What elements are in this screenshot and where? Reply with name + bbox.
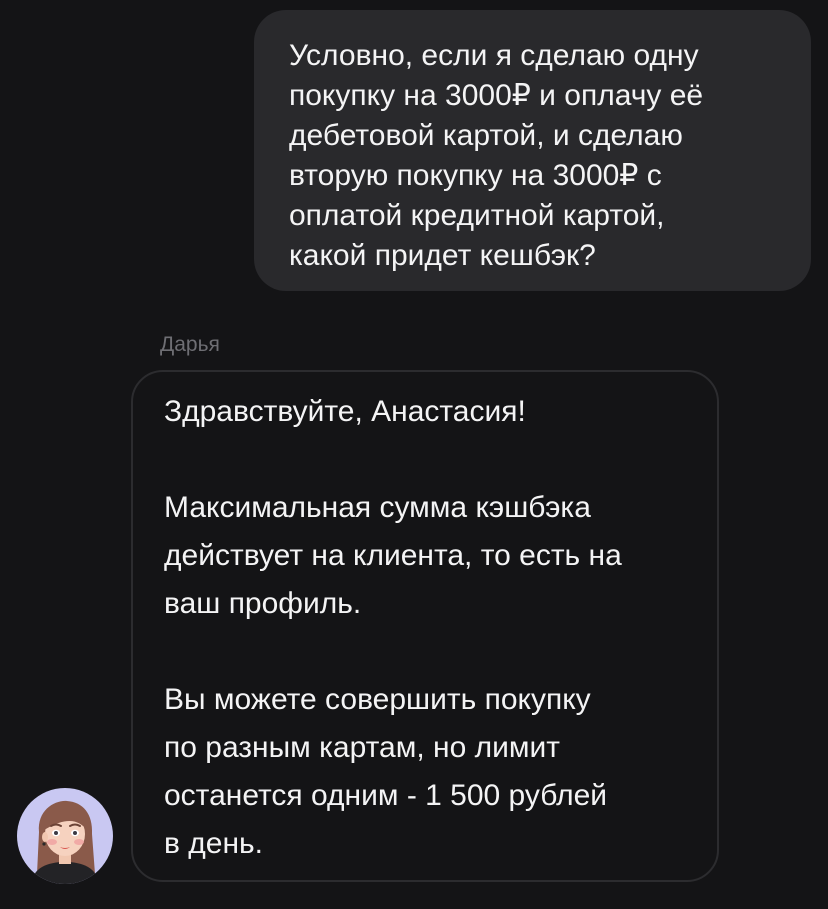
agent-message-bubble: Здравствуйте, Анастасия! Максимальная су… (131, 370, 719, 882)
agent-message-blank-line (164, 436, 697, 484)
agent-message-line: Максимальная сумма кэшбэка (164, 491, 591, 524)
user-message-bubble: Условно, если я сделаю одну покупку на 3… (254, 10, 811, 291)
agent-avatar-illustration-icon (31, 800, 99, 884)
agent-sender-name: Дарья (160, 333, 220, 356)
agent-message-line: Здравствуйте, Анастасия! (164, 395, 526, 428)
user-message-line: Условно, если я сделаю одну (289, 39, 699, 72)
agent-avatar[interactable] (17, 788, 113, 884)
agent-message-line: останется одним - 1 500 рублей (164, 779, 608, 812)
agent-message-line: действует на клиента, то есть на (164, 539, 622, 572)
agent-message-line: ваш профиль. (164, 587, 362, 620)
agent-message-line: Вы можете совершить покупку (164, 683, 591, 716)
user-message-line: какой придет кешбэк? (289, 239, 596, 272)
user-message-line: покупку на 3000₽ и оплачу её (289, 79, 704, 112)
agent-message-line: по разным картам, но лимит (164, 731, 560, 764)
user-message-line: оплатой кредитной картой, (289, 199, 665, 232)
agent-message-line: в день. (164, 827, 263, 860)
user-message-line: вторую покупку на 3000₽ с (289, 159, 662, 192)
user-message-line: дебетовой картой, и сделаю (289, 119, 683, 152)
agent-message-blank-line (164, 628, 697, 676)
